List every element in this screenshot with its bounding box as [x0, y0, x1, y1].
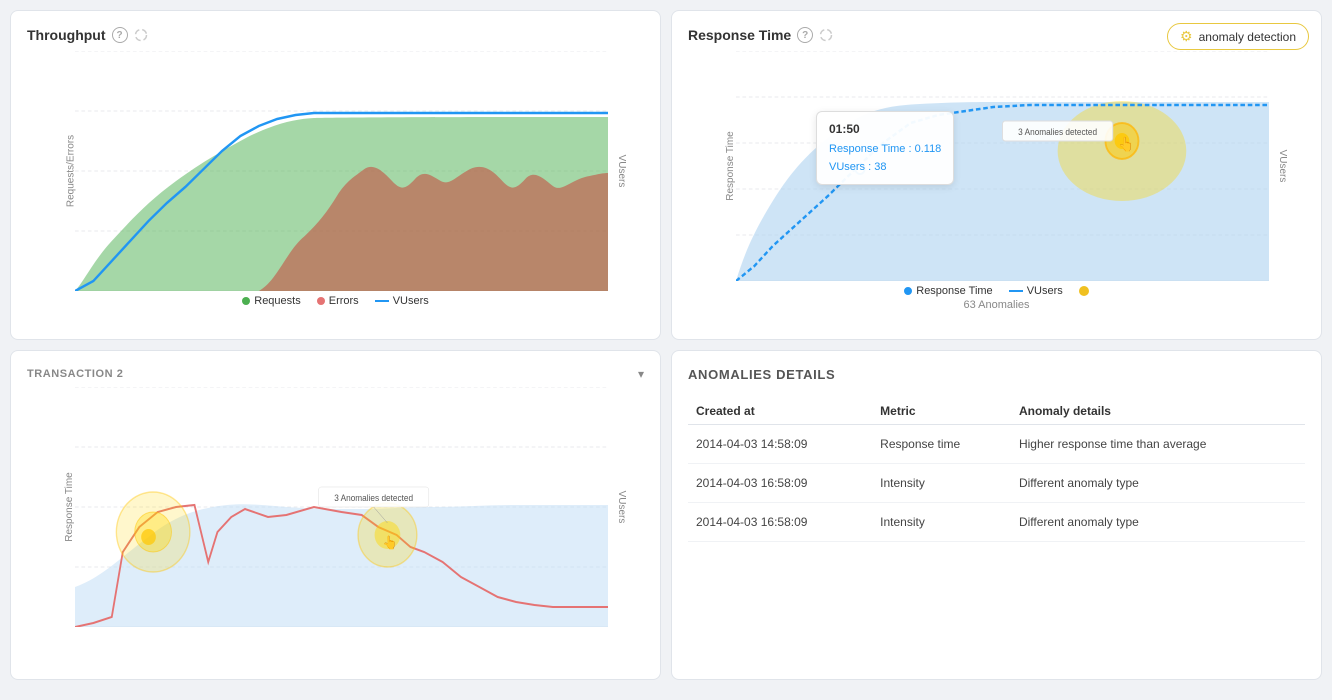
cell-metric-1: Intensity: [872, 464, 1011, 503]
response-time-title-text: Response Time: [688, 27, 791, 43]
dashboard: Throughput ? Requests/Errors VUsers 8 6 …: [10, 10, 1322, 680]
transaction-y-right-label: VUsers: [616, 491, 627, 524]
tooltip-response-time: Response Time : 0.118: [829, 141, 941, 159]
anomalies-count: 63 Anomalies: [688, 299, 1305, 311]
table-row: 2014-04-03 14:58:09Response timeHigher r…: [688, 425, 1305, 464]
legend-requests: Requests: [242, 295, 300, 307]
transaction-chart: 8s 6s 4s 2s 0s 8 6 4 2 0 00:00 00:40 01:…: [75, 387, 608, 627]
col-metric: Metric: [872, 398, 1011, 425]
legend-vusers-rt: VUsers: [1009, 285, 1063, 297]
legend-vusers-throughput: VUsers: [375, 295, 429, 307]
legend-errors: Errors: [317, 295, 359, 307]
cell-details-1: Different anomaly type: [1011, 464, 1305, 503]
table-row: 2014-04-03 16:58:09IntensityDifferent an…: [688, 464, 1305, 503]
svg-text:3 Anomalies detected: 3 Anomalies detected: [334, 493, 413, 503]
legend-anomaly-dot: [1079, 285, 1089, 297]
cell-details-0: Higher response time than average: [1011, 425, 1305, 464]
response-time-info-icon[interactable]: ?: [797, 27, 813, 43]
cell-metric-2: Intensity: [872, 503, 1011, 542]
tooltip-time: 01:50: [829, 120, 941, 139]
throughput-title-text: Throughput: [27, 27, 106, 43]
cell-metric-0: Response time: [872, 425, 1011, 464]
cell-created_at-0: 2014-04-03 14:58:09: [688, 425, 872, 464]
transaction-y-left-label: Response Time: [64, 472, 75, 541]
response-time-tooltip: 01:50 Response Time : 0.118 VUsers : 38: [816, 111, 954, 185]
legend-response-time: Response Time: [904, 285, 992, 297]
svg-text:👆: 👆: [1118, 135, 1134, 152]
cell-created_at-1: 2014-04-03 16:58:09: [688, 464, 872, 503]
transaction-card: TRANSACTION 2 ▾ Response Time VUsers 8s …: [10, 350, 661, 680]
anomaly-detection-label: anomaly detection: [1199, 30, 1296, 44]
response-time-card: Response Time ? ⚙ anomaly detection Resp…: [671, 10, 1322, 340]
anomaly-detection-button[interactable]: ⚙ anomaly detection: [1167, 23, 1309, 50]
col-anomaly-details: Anomaly details: [1011, 398, 1305, 425]
response-time-legend: Response Time VUsers: [688, 285, 1305, 297]
gear-icon: ⚙: [1180, 28, 1193, 45]
transaction-header: TRANSACTION 2 ▾: [27, 367, 644, 381]
throughput-chart: 8 6 4 2 60 45 30 15 0 00:10 00:40 01:10 …: [75, 51, 608, 291]
cell-details-2: Different anomaly type: [1011, 503, 1305, 542]
svg-text:3 Anomalies detected: 3 Anomalies detected: [1018, 127, 1097, 137]
throughput-card: Throughput ? Requests/Errors VUsers 8 6 …: [10, 10, 661, 340]
anomalies-table: Created at Metric Anomaly details 2014-0…: [688, 398, 1305, 542]
throughput-y-left-label: Requests/Errors: [66, 135, 77, 207]
tooltip-vusers: VUsers : 38: [829, 159, 941, 177]
anomalies-details-title: ANOMALIES DETAILS: [688, 367, 1305, 382]
col-created-at: Created at: [688, 398, 872, 425]
svg-text:👆: 👆: [383, 535, 398, 551]
throughput-spinner-icon: [134, 28, 148, 42]
response-time-spinner-icon: [819, 28, 833, 42]
throughput-y-right-label: VUsers: [616, 155, 627, 188]
table-row: 2014-04-03 16:58:09IntensityDifferent an…: [688, 503, 1305, 542]
throughput-title: Throughput ?: [27, 27, 644, 43]
throughput-legend: Requests Errors VUsers: [27, 295, 644, 307]
anomalies-details-card: ANOMALIES DETAILS Created at Metric Anom…: [671, 350, 1322, 680]
cell-created_at-2: 2014-04-03 16:58:09: [688, 503, 872, 542]
response-time-y-left-label: Response Time: [725, 131, 736, 200]
response-time-y-right-label: VUsers: [1277, 150, 1288, 183]
chevron-down-icon[interactable]: ▾: [638, 367, 644, 381]
transaction-title: TRANSACTION 2: [27, 368, 123, 380]
throughput-info-icon[interactable]: ?: [112, 27, 128, 43]
